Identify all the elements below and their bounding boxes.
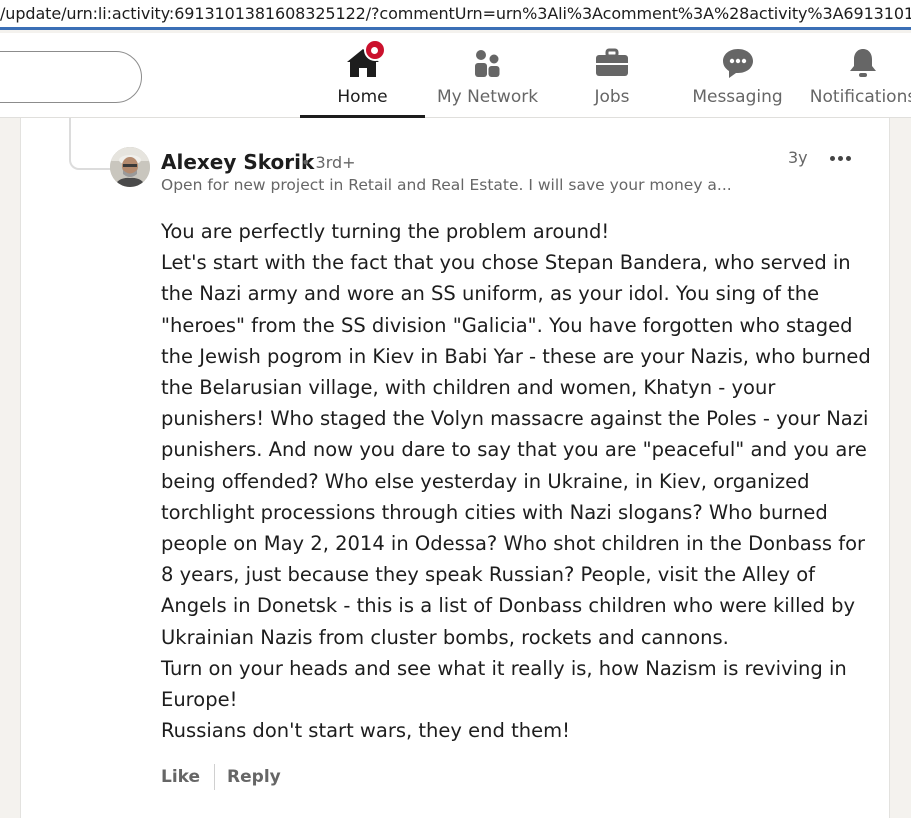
network-icon	[470, 45, 506, 81]
comment-text: You are perfectly turning the problem ar…	[161, 216, 873, 746]
author-headline: Open for new project in Retail and Real …	[161, 176, 732, 194]
action-divider	[214, 764, 216, 790]
comment-paragraph: Let's start with the fact that you chose…	[161, 251, 871, 649]
search-input[interactable]	[0, 51, 142, 103]
comment-paragraph: Turn on your heads and see what it reall…	[161, 656, 847, 712]
browser-address-bar[interactable]: /update/urn:li:activity:6913101381608325…	[0, 0, 911, 30]
messaging-icon	[720, 45, 756, 81]
nav-label-home: Home	[337, 87, 388, 107]
briefcase-icon	[594, 45, 630, 81]
top-navbar: Home My Network Jobs Messaging Notificat…	[0, 33, 911, 118]
nav-item-my-network[interactable]: My Network	[430, 33, 545, 118]
more-options-button[interactable]	[827, 148, 853, 168]
thread-connector-line	[69, 118, 113, 170]
dot-icon	[837, 155, 843, 161]
nav-label-jobs: Jobs	[594, 87, 630, 107]
nav-label-notifications: Notifications	[809, 87, 911, 107]
dot-icon	[829, 155, 835, 161]
nav-item-home[interactable]: Home	[300, 33, 425, 118]
dot-icon	[845, 155, 851, 161]
comment-timestamp: 3y	[788, 148, 808, 167]
nav-label-my-network: My Network	[436, 87, 539, 107]
connection-degree: • 3rd+	[301, 153, 356, 172]
nav-item-messaging[interactable]: Messaging	[685, 33, 790, 118]
bell-icon	[845, 45, 881, 81]
home-icon	[345, 39, 386, 81]
avatar[interactable]	[110, 147, 150, 187]
author-name[interactable]: Alexey Skorik	[161, 150, 314, 174]
comment-actions: Like Reply	[161, 764, 281, 790]
nav-item-notifications[interactable]: Notifications	[808, 33, 911, 118]
comment-paragraph: Russians don't start wars, they end them…	[161, 719, 570, 743]
nav-label-messaging: Messaging	[692, 87, 783, 107]
notification-badge-icon	[363, 39, 386, 61]
url-text[interactable]: /update/urn:li:activity:6913101381608325…	[0, 4, 911, 23]
comment-card: Alexey Skorik • 3rd+ Open for new projec…	[20, 118, 890, 818]
nav-item-jobs[interactable]: Jobs	[572, 33, 652, 118]
reply-button[interactable]: Reply	[227, 767, 281, 787]
like-button[interactable]: Like	[161, 767, 200, 787]
comment-paragraph: You are perfectly turning the problem ar…	[161, 220, 610, 243]
